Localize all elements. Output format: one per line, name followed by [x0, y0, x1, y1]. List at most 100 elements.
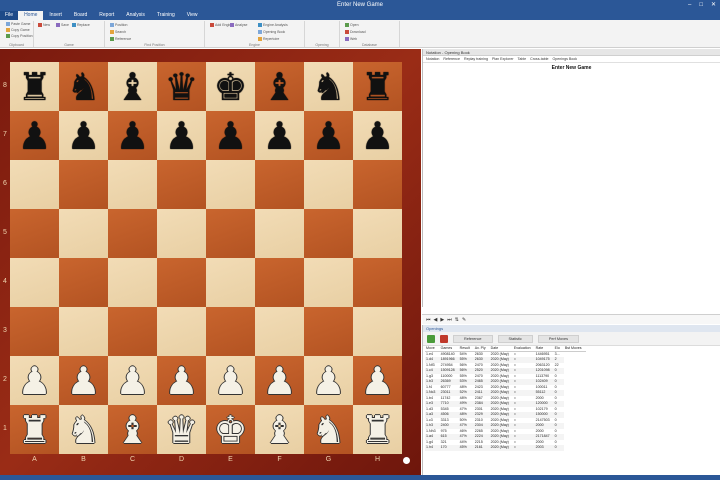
square-f2[interactable]: ♟ [255, 356, 304, 405]
black-pawn-icon[interactable]: ♟ [311, 117, 345, 155]
square-b5[interactable] [59, 209, 108, 258]
black-pawn-icon[interactable]: ♟ [115, 117, 149, 155]
tab-file[interactable]: File [0, 11, 19, 20]
square-e1[interactable]: ♚ [206, 405, 255, 454]
black-queen-icon[interactable]: ♛ [164, 68, 198, 106]
square-c2[interactable]: ♟ [108, 356, 157, 405]
square-h5[interactable] [353, 209, 402, 258]
ribbon-button-open[interactable]: Open [345, 23, 359, 27]
square-a3[interactable] [10, 307, 59, 356]
square-h2[interactable]: ♟ [353, 356, 402, 405]
white-queen-icon[interactable]: ♛ [164, 411, 198, 449]
square-e7[interactable]: ♟ [206, 111, 255, 160]
square-a1[interactable]: ♜ [10, 405, 59, 454]
ribbon-button-reference[interactable]: Reference [110, 37, 131, 41]
square-h1[interactable]: ♜ [353, 405, 402, 454]
square-d8[interactable]: ♛ [157, 62, 206, 111]
book-icon[interactable] [440, 334, 448, 343]
square-h4[interactable] [353, 258, 402, 307]
ribbon-button-new[interactable]: New [38, 23, 50, 27]
ribbon-button-copy-game[interactable]: Copy Game [6, 28, 30, 32]
square-g7[interactable]: ♟ [304, 111, 353, 160]
square-b3[interactable] [59, 307, 108, 356]
ribbon-button-save[interactable]: Save [56, 23, 69, 27]
ribbon-button-engine-analysis[interactable]: Engine Analysis [258, 23, 288, 27]
book-button-reference[interactable]: Reference [453, 334, 493, 343]
tab-view[interactable]: View [181, 11, 204, 20]
square-c6[interactable] [108, 160, 157, 209]
ribbon-button-repertoire[interactable]: Repertoire [258, 37, 279, 41]
black-pawn-icon[interactable]: ♟ [360, 117, 394, 155]
square-b7[interactable]: ♟ [59, 111, 108, 160]
chessboard[interactable]: ♜ ♞ ♝ ♛ ♚ ♝ ♞ ♜ ♟ ♟ ♟ ♟ ♟ ♟ ♟ ♟ ♟ ♟ ♟ ♟ ♟ ♟ ♟ ♟ ♜ ♞ ♝ ♛ ♚ ♝ ♞ ♜ [10, 62, 402, 454]
black-bishop-icon[interactable]: ♝ [262, 68, 296, 106]
white-pawn-icon[interactable]: ♟ [262, 362, 296, 400]
white-rook-icon[interactable]: ♜ [17, 411, 51, 449]
white-knight-icon[interactable]: ♞ [311, 411, 345, 449]
square-c4[interactable] [108, 258, 157, 307]
book-row[interactable]: 1.h4 170 45% 2161 2020 (May) = 2003 0 [425, 445, 586, 451]
tab-analysis[interactable]: Analysis [120, 11, 151, 20]
square-f3[interactable] [255, 307, 304, 356]
ribbon-button-web[interactable]: Web [345, 37, 357, 41]
minimize-icon[interactable]: – [688, 0, 691, 11]
tab-insert[interactable]: Insert [43, 11, 68, 20]
book-column-header[interactable]: Bst Moves [563, 346, 586, 352]
tab-report[interactable]: Report [93, 11, 120, 20]
white-pawn-icon[interactable]: ♟ [311, 362, 345, 400]
square-e2[interactable]: ♟ [206, 356, 255, 405]
white-bishop-icon[interactable]: ♝ [115, 411, 149, 449]
square-d7[interactable]: ♟ [157, 111, 206, 160]
square-c3[interactable] [108, 307, 157, 356]
add-icon[interactable] [427, 334, 435, 343]
notation-subtab-replay-training[interactable]: Replay training [464, 56, 488, 62]
square-h7[interactable]: ♟ [353, 111, 402, 160]
book-button-perf-moves[interactable]: Perf Moves [537, 334, 580, 343]
square-d4[interactable] [157, 258, 206, 307]
white-pawn-icon[interactable]: ♟ [115, 362, 149, 400]
square-e3[interactable] [206, 307, 255, 356]
first-icon[interactable]: ⏮ [426, 317, 431, 323]
black-bishop-icon[interactable]: ♝ [115, 68, 149, 106]
maximize-icon[interactable]: □ [699, 0, 703, 11]
notation-subtab-table[interactable]: Table [518, 56, 527, 62]
ribbon-button-analyse[interactable]: Analyse [230, 23, 247, 27]
square-d5[interactable] [157, 209, 206, 258]
square-h3[interactable] [353, 307, 402, 356]
white-rook-icon[interactable]: ♜ [360, 411, 394, 449]
notation-subtab-cross-table[interactable]: Cross-table [530, 56, 548, 62]
ribbon-button-replace[interactable]: Replace [72, 23, 90, 27]
square-f5[interactable] [255, 209, 304, 258]
square-b2[interactable]: ♟ [59, 356, 108, 405]
last-icon[interactable]: ⏭ [447, 317, 452, 323]
white-pawn-icon[interactable]: ♟ [17, 362, 51, 400]
notation-subtab-notation[interactable]: Notation [426, 56, 439, 62]
flip-icon[interactable]: ⇅ [455, 317, 459, 323]
notation-subtab-openings-book[interactable]: Openings Book [553, 56, 578, 62]
white-bishop-icon[interactable]: ♝ [262, 411, 296, 449]
square-a5[interactable] [10, 209, 59, 258]
square-f8[interactable]: ♝ [255, 62, 304, 111]
black-pawn-icon[interactable]: ♟ [213, 117, 247, 155]
square-c7[interactable]: ♟ [108, 111, 157, 160]
square-b8[interactable]: ♞ [59, 62, 108, 111]
prev-icon[interactable]: ◀ [434, 317, 438, 323]
square-f1[interactable]: ♝ [255, 405, 304, 454]
square-h8[interactable]: ♜ [353, 62, 402, 111]
close-icon[interactable]: ✕ [711, 0, 716, 11]
black-pawn-icon[interactable]: ♟ [262, 117, 296, 155]
tab-home[interactable]: Home [18, 11, 44, 20]
next-icon[interactable]: ▶ [440, 317, 444, 323]
square-a2[interactable]: ♟ [10, 356, 59, 405]
square-d6[interactable] [157, 160, 206, 209]
ribbon-button-position[interactable]: Position [110, 23, 127, 27]
square-b1[interactable]: ♞ [59, 405, 108, 454]
black-pawn-icon[interactable]: ♟ [164, 117, 198, 155]
square-d3[interactable] [157, 307, 206, 356]
white-pawn-icon[interactable]: ♟ [213, 362, 247, 400]
square-d2[interactable]: ♟ [157, 356, 206, 405]
tab-board[interactable]: Board [68, 11, 93, 20]
square-f7[interactable]: ♟ [255, 111, 304, 160]
square-d1[interactable]: ♛ [157, 405, 206, 454]
ribbon-button-copy-position[interactable]: Copy Position [6, 34, 33, 38]
